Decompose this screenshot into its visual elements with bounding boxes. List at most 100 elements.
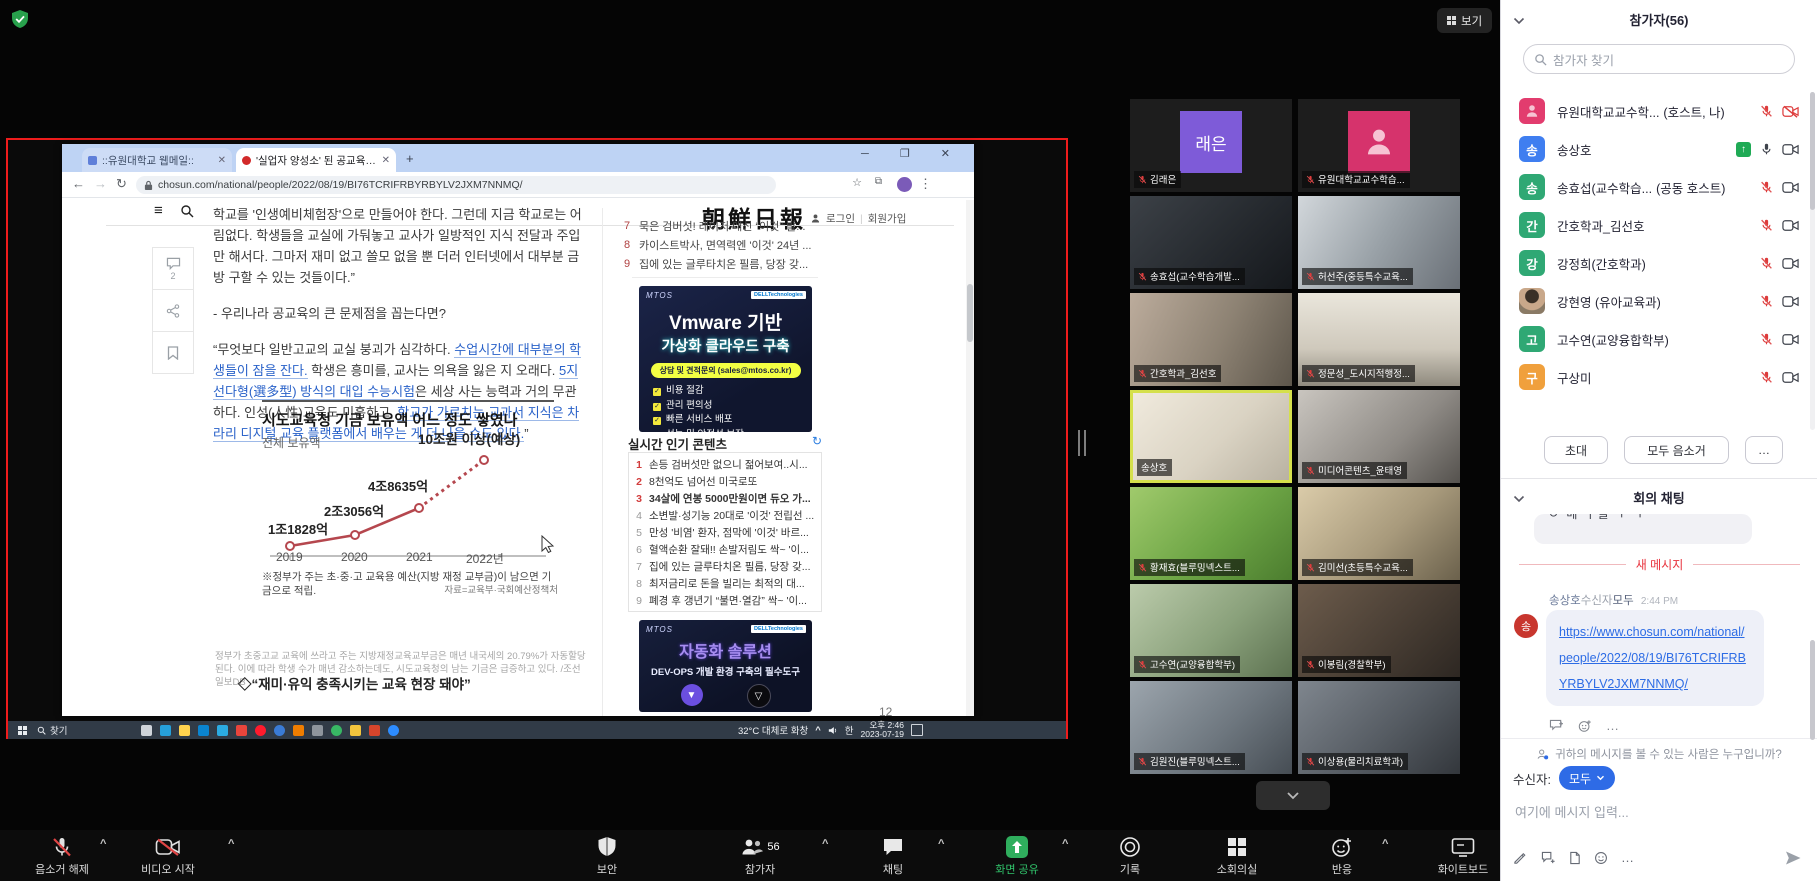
participants-scrollbar[interactable]	[1810, 92, 1815, 430]
video-tile-active-speaker[interactable]: 송상호	[1130, 390, 1292, 483]
signup-link[interactable]: 회원가입	[868, 211, 907, 226]
participants-scrollbar-thumb[interactable]	[1810, 92, 1815, 210]
message-more-icon[interactable]: …	[1606, 718, 1621, 733]
format-text-icon[interactable]	[1513, 850, 1528, 865]
video-options-caret[interactable]: ^	[228, 838, 234, 850]
new-tab-button[interactable]: +	[406, 151, 414, 166]
refresh-icon[interactable]: ↻	[812, 434, 822, 448]
bookmark-button[interactable]	[153, 332, 193, 374]
emoji-icon[interactable]	[1594, 851, 1608, 865]
forward-button[interactable]: →	[94, 176, 107, 191]
ranked-item[interactable]: 9집에 있는 글루타치온 필름, 당장 갖...	[622, 254, 812, 273]
popular-item[interactable]: 7집에 있는 글루타치온 필름, 당장 갖...	[635, 558, 815, 575]
participant-row[interactable]: 구 구상미	[1501, 358, 1817, 396]
share-options-caret[interactable]: ^	[1062, 838, 1068, 850]
video-tile[interactable]: 이상용(물리치료학과)	[1298, 681, 1460, 774]
system-tray[interactable]: 32°C 대체로 화창 ^ 한 오후 2:462023-07-19	[738, 721, 923, 740]
participant-row[interactable]: 강현영 (유아교육과)	[1501, 282, 1817, 320]
ime-language[interactable]: 한	[845, 723, 854, 737]
popular-item[interactable]: 8최저금리로 돈을 빌리는 최적의 대...	[635, 575, 815, 592]
chat-message-link[interactable]: https://www.chosun.com/national/people/2…	[1559, 625, 1746, 691]
ranked-item[interactable]: 7묵은 검버섯! 레이저 대신 “이것” 발...	[622, 216, 812, 235]
video-tile[interactable]: 황재효(블루밍넥스트...	[1130, 487, 1292, 580]
collapse-video-grid-button[interactable]	[1256, 781, 1330, 810]
address-bar[interactable]: chosun.com/national/people/2022/08/19/BI…	[136, 176, 776, 194]
participant-row[interactable]: 송 송효섭(교수학습... (공동 호스트)	[1501, 168, 1817, 206]
comment-button[interactable]: 2	[153, 248, 193, 290]
popular-item[interactable]: 9폐경 후 갱년기 “불면·열감” 싹~ '이...	[635, 592, 815, 609]
video-tile[interactable]: 유원대학교교수학습...	[1298, 99, 1460, 192]
emoji-react-icon[interactable]	[1578, 719, 1592, 733]
file-icon[interactable]	[1569, 851, 1581, 865]
participants-collapse-chevron-icon[interactable]	[1513, 12, 1525, 30]
tray-expand-caret[interactable]: ^	[815, 725, 821, 736]
reply-icon[interactable]	[1549, 719, 1564, 732]
participants-more-button[interactable]: …	[1745, 436, 1783, 464]
participants-options-caret[interactable]: ^	[822, 838, 828, 850]
popular-item[interactable]: 1손등 검버섯만 없으니 젊어보여..시...	[635, 456, 815, 473]
popular-item[interactable]: 6혈액순환 잘돼!! 손발저림도 싹~ '이...	[635, 541, 815, 558]
browser-menu-icon[interactable]: ⋮	[919, 176, 932, 192]
browser-profile-avatar[interactable]	[897, 177, 912, 192]
video-tile[interactable]: 정문성_도시지적행정...	[1298, 293, 1460, 386]
video-tile[interactable]: 래은 김래은	[1130, 99, 1292, 192]
taskbar-clock[interactable]: 오후 2:462023-07-19	[861, 721, 904, 740]
record-button[interactable]: 기록	[1075, 835, 1185, 877]
browser-tab-webmail[interactable]: ::유원대학교 웹메일:: ✕	[82, 148, 232, 172]
video-tile[interactable]: 송효섭(교수학습개발...	[1130, 196, 1292, 289]
video-tile[interactable]: 김미선(초등특수교육...	[1298, 487, 1460, 580]
bookmark-star-icon[interactable]: ☆	[852, 176, 862, 189]
page-scrollbar[interactable]	[966, 200, 974, 716]
video-tile[interactable]: 이봉림(경찰학부)	[1298, 584, 1460, 677]
mute-all-button[interactable]: 모두 음소거	[1624, 436, 1729, 464]
participant-row[interactable]: 간 간호학과_김선호	[1501, 206, 1817, 244]
chat-message-clipped[interactable]: ㅇ 메 ㅣ글 ㅜ ㅜ	[1534, 514, 1752, 544]
breakout-rooms-button[interactable]: 소회의실	[1182, 835, 1292, 877]
invite-button[interactable]: 초대	[1544, 436, 1608, 464]
participant-row[interactable]: 강 강정희(간호학과)	[1501, 244, 1817, 282]
login-area[interactable]: 로그인 | 회원가입	[810, 211, 906, 226]
chat-options-caret[interactable]: ^	[938, 838, 944, 850]
meeting-security-shield-icon[interactable]	[10, 9, 30, 29]
start-button[interactable]	[18, 726, 27, 735]
extensions-icon[interactable]: ⧉	[875, 176, 882, 187]
popular-item[interactable]: 4소변발·성기능 20대로 '이것' 전립선 ...	[635, 507, 815, 524]
site-menu-icon[interactable]: ≡	[154, 202, 163, 219]
back-button[interactable]: ←	[72, 176, 85, 191]
reload-button[interactable]: ↻	[116, 176, 127, 192]
taskbar-search[interactable]: 찾기	[37, 723, 67, 737]
view-button[interactable]: 보기	[1437, 8, 1492, 33]
participant-row[interactable]: 고 고수연(교양융합학부)	[1501, 320, 1817, 358]
audio-options-caret[interactable]: ^	[100, 838, 106, 850]
tab-close-icon[interactable]: ✕	[382, 155, 390, 166]
share-screen-button[interactable]: 화면 공유	[962, 835, 1072, 877]
taskbar-app-icons[interactable]	[141, 725, 399, 736]
panel-resize-handle[interactable]	[1078, 430, 1086, 456]
chat-button[interactable]: 채팅	[838, 835, 948, 877]
screenshot-icon[interactable]	[1541, 851, 1556, 865]
vmware-ad-banner[interactable]: MTOS DELLTechnologies Vmware 기반 가상화 클라우드…	[639, 286, 812, 432]
weather-status[interactable]: 32°C 대체로 화창	[738, 723, 808, 737]
video-tile[interactable]: 미디어콘텐츠_윤태영	[1298, 390, 1460, 483]
tab-close-icon[interactable]: ✕	[218, 155, 226, 166]
chat-scrollbar-thumb[interactable]	[1810, 640, 1815, 740]
popular-item[interactable]: 28천억도 넘어선 미국로또	[635, 473, 815, 490]
compose-more-icon[interactable]: …	[1621, 850, 1636, 865]
window-controls[interactable]: ─ ❐ ✕	[861, 147, 964, 160]
security-button[interactable]: 보안	[552, 835, 662, 877]
send-button[interactable]	[1783, 848, 1803, 873]
video-tile[interactable]: 고수연(교양융합학부)	[1130, 584, 1292, 677]
start-video-button[interactable]: 비디오 시작	[113, 835, 223, 877]
speaker-icon[interactable]	[828, 726, 838, 735]
chat-input[interactable]: 여기에 메시지 입력...	[1515, 802, 1629, 821]
participants-button[interactable]: 56 참가자	[705, 835, 815, 877]
video-tile[interactable]: 김원진(블루밍넥스트...	[1130, 681, 1292, 774]
browser-tab-article[interactable]: '실업자 양성소' 된 공교육 현장 ✕	[236, 148, 396, 172]
popular-item[interactable]: 334살에 연봉 5000만원이면 듀오 가...	[635, 490, 815, 507]
ranked-item[interactable]: 8카이스트박사, 면역력엔 '이것' 24년 ...	[622, 235, 812, 254]
video-tile[interactable]: 간호학과_김선호	[1130, 293, 1292, 386]
share-button[interactable]	[153, 290, 193, 332]
recipient-dropdown[interactable]: 모두	[1559, 766, 1615, 790]
participant-row[interactable]: 유원대학교교수학... (호스트, 나)	[1501, 92, 1817, 130]
reactions-options-caret[interactable]: ^	[1382, 838, 1388, 850]
